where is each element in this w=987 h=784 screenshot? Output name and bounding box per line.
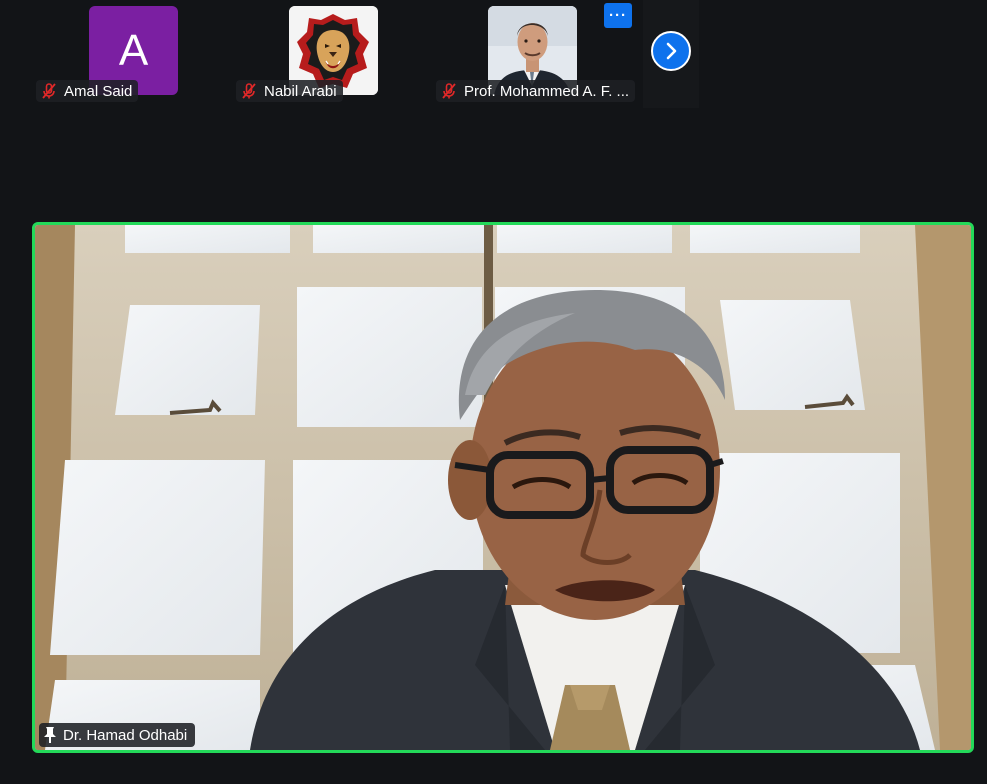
participant-name-tag: Nabil Arabi [236, 80, 343, 102]
mic-muted-icon [440, 82, 458, 100]
next-page-panel [643, 0, 699, 108]
speaker-video-frame [35, 225, 971, 750]
speaker-name: Dr. Hamad Odhabi [63, 726, 188, 744]
mic-muted-icon [240, 82, 258, 100]
active-speaker-video[interactable]: Dr. Hamad Odhabi [32, 222, 974, 753]
speaker-name-tag: Dr. Hamad Odhabi [39, 723, 196, 747]
participant-name: Amal Said [64, 82, 133, 100]
mic-muted-icon [40, 82, 58, 100]
participant-name: Nabil Arabi [264, 82, 337, 100]
participant-tile-amal-said[interactable]: A Amal Said [30, 0, 210, 108]
pin-icon [44, 727, 56, 743]
meeting-gallery: A Amal Said Nabil Arabi Prof. Mohammed A… [0, 0, 987, 784]
participant-name-tag: Prof. Mohammed A. F. ... [436, 80, 636, 102]
next-page-button[interactable] [651, 31, 691, 71]
chevron-right-icon [666, 42, 677, 60]
participant-tile-nabil-arabi[interactable]: Nabil Arabi [230, 0, 410, 108]
participant-name-tag: Amal Said [36, 80, 139, 102]
participant-name: Prof. Mohammed A. F. ... [464, 82, 630, 100]
more-options-button[interactable]: ··· [604, 3, 632, 28]
